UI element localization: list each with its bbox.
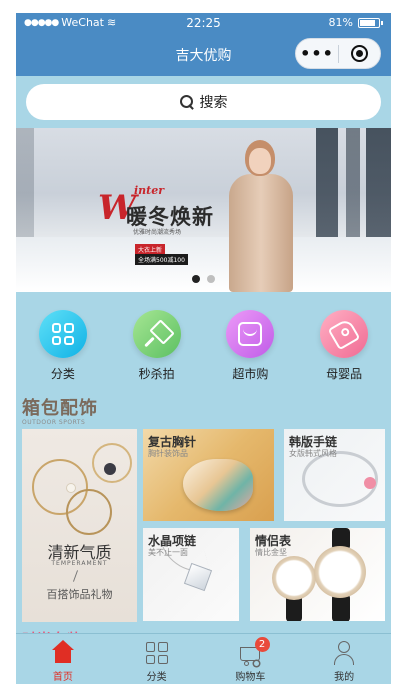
product-card-watch[interactable]: 情侣表 情比金坚 [250,528,385,621]
section-header: 箱包配饰 OUTDOOR SPORTS [22,394,98,426]
category-item-muying[interactable]: 母婴品 [297,292,391,392]
charm-image [364,477,376,489]
tag-icon [320,310,369,358]
target-icon [350,45,368,62]
grid-icon [38,310,87,358]
search-area: 搜索 [16,76,391,128]
product-card-bracelet[interactable]: 韩版手链 女版韩式风格 [284,429,385,521]
category-item-miaosha[interactable]: 秒杀拍 [110,292,204,392]
banner-snow [16,237,391,292]
pearl-image [66,483,76,493]
product-card-necklace[interactable]: 水晶项链 美不止一面 [143,528,239,621]
product-grid: 清新气质 TEMPERAMENT 百搭饰品礼物 复古胸针 胸针装饰品 韩版手链 … [16,429,391,629]
featured-card[interactable]: 清新气质 TEMPERAMENT 百搭饰品礼物 [22,429,137,622]
navigation-bar: 吉大优购 ••• [16,33,391,76]
category-item-chaoshi[interactable]: 超市购 [204,292,298,392]
featured-subtitle: 百搭饰品礼物 [46,588,113,601]
battery-percent: 81% [328,16,353,29]
product-desc: 女版韩式风格 [289,449,337,458]
watch-image [272,556,316,600]
tab-category[interactable]: 分类 [110,634,204,684]
cart-badge: 2 [254,637,270,652]
product-card-brooch[interactable]: 复古胸针 胸针装饰品 [143,429,274,521]
tab-label: 首页 [52,672,73,683]
tab-label: 我的 [334,672,355,683]
gem-image [104,463,116,475]
tab-label: 购物车 [235,672,266,683]
status-bar: ●●●●● WeChat ≋ 22:25 81% [16,13,391,33]
model-face [249,148,271,174]
search-label: 搜索 [199,95,228,111]
status-right: 81% [329,16,383,29]
banner-word: inter [134,184,165,197]
product-desc: 美不止一面 [148,548,188,557]
product-desc: 胸针装饰品 [148,449,188,458]
user-icon [331,640,357,666]
home-icon [50,640,76,666]
shop-icon [226,310,275,358]
banner-model-image [221,136,301,292]
category-label: 分类 [50,367,75,381]
category-label: 母婴品 [326,367,363,381]
category-row: 分类 秒杀拍 超市购 母婴品 [16,292,391,392]
category-item-fenlei[interactable]: 分类 [16,292,110,392]
section-subtitle: OUTDOOR SPORTS [22,419,86,426]
search-icon [179,95,194,109]
miniprogram-capsule: ••• [295,38,381,69]
featured-divider [72,570,79,582]
carousel-indicators [16,275,391,283]
watch-image [314,546,366,598]
section-title: 箱包配饰 [22,398,98,419]
category-icon [144,640,170,666]
more-icon[interactable]: ••• [296,44,338,63]
featured-en: TEMPERAMENT [51,560,108,567]
battery-tip [381,20,383,25]
tab-cart[interactable]: 2 购物车 [204,634,298,684]
banner-carousel[interactable]: W inter 暖冬焕新 优雅时尚潮流秀场 大衣上新 全场满500减100 [16,128,391,292]
product-desc: 情比金坚 [255,548,287,557]
tab-home[interactable]: 首页 [16,634,110,684]
category-label: 超市购 [232,367,269,381]
search-input[interactable]: 搜索 [26,84,381,120]
tab-bar: 首页 分类 2 购物车 我的 [16,633,391,684]
watch-strap [332,594,350,621]
hammer-icon [132,310,181,358]
carousel-dot[interactable] [207,275,215,283]
brooch-image [183,459,253,511]
phone-screen: ●●●●● WeChat ≋ 22:25 81% 吉大优购 ••• 搜索 W i… [16,13,391,684]
banner-tag-deal: 全场满500减100 [135,254,188,265]
carousel-dot[interactable] [192,275,200,283]
tab-label: 分类 [146,672,167,683]
ring-image [66,489,112,535]
battery-icon [358,17,380,28]
close-button[interactable] [339,45,380,62]
category-label: 秒杀拍 [138,367,175,381]
tab-me[interactable]: 我的 [297,634,391,684]
banner-subtitle: 优雅时尚潮流秀场 [133,229,182,236]
